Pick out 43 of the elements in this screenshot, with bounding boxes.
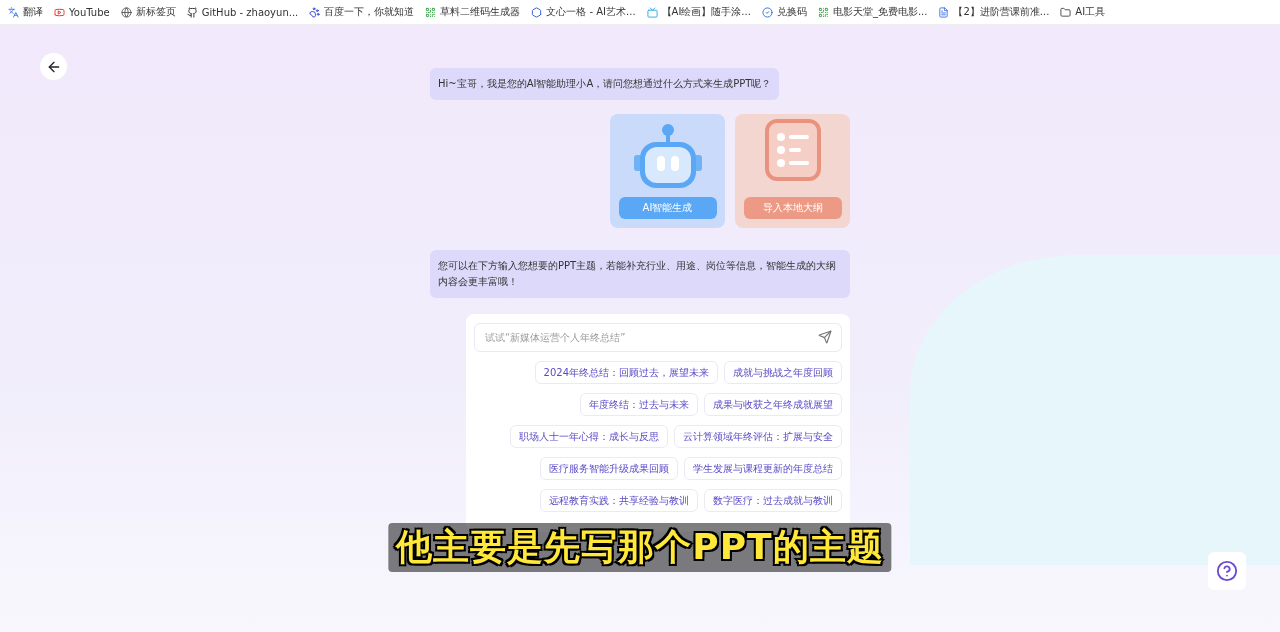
- bookmark[interactable]: 百度一下，你就知道: [309, 5, 415, 19]
- github-icon: [186, 6, 198, 18]
- suggestion-chip[interactable]: 成果与收获之年终成就展望: [704, 393, 842, 416]
- suggestion-chip[interactable]: 职场人士一年心得：成长与反思: [510, 425, 668, 448]
- bookmark[interactable]: YouTube: [54, 6, 110, 18]
- suggestion-chip[interactable]: 数字医疗：过去成就与教训: [704, 489, 842, 512]
- chat-bubble: 您可以在下方输入您想要的PPT主题，若能补充行业、用途、岗位等信息，智能生成的大纲内容会更丰富哦！: [430, 250, 850, 298]
- paw-icon: [309, 6, 321, 18]
- doc-icon: [938, 6, 950, 18]
- suggestion-chip[interactable]: 远程教育实践：共享经验与教训: [540, 489, 698, 512]
- send-icon[interactable]: [818, 330, 832, 344]
- bookmark[interactable]: 文心一格 - AI艺术...: [531, 5, 636, 19]
- qr-icon: [425, 6, 437, 18]
- chat-bubble: Hi~宝哥，我是您的AI智能助理小A，请问您想通过什么方式来生成PPT呢？: [430, 68, 780, 100]
- suggestion-chip[interactable]: 年度终结：过去与未来: [580, 393, 698, 416]
- list-icon: [764, 119, 821, 181]
- qr-icon: [817, 6, 829, 18]
- hex-icon: [531, 6, 543, 18]
- bookmark[interactable]: 兑换码: [761, 5, 807, 19]
- suggestion-chip[interactable]: 成就与挑战之年度回顾: [724, 361, 842, 384]
- bookmark[interactable]: 电影天堂_免费电影...: [817, 5, 928, 19]
- check-icon: [761, 6, 773, 18]
- globe-icon: [120, 6, 132, 18]
- translate-icon: [8, 6, 19, 18]
- suggestion-chip[interactable]: 医疗服务智能升级成果回顾: [540, 457, 678, 480]
- suggestion-chip[interactable]: 2024年终总结：回顾过去，展望未来: [534, 361, 718, 384]
- topic-input-field[interactable]: 试试“新媒体运营个人年终总结”: [474, 323, 842, 352]
- youtube-icon: [54, 6, 65, 18]
- suggestion-chip[interactable]: 学生发展与课程更新的年度总结: [684, 457, 842, 480]
- bookmark[interactable]: 【AI绘画】随手涂...: [646, 5, 751, 19]
- help-button[interactable]: [1208, 552, 1246, 590]
- bookmark[interactable]: AI工具: [1060, 5, 1106, 19]
- help-icon: [1216, 560, 1238, 582]
- bookmark[interactable]: GitHub - zhaoyun...: [186, 6, 299, 18]
- suggestion-chip[interactable]: 云计算领域年终评估：扩展与安全: [674, 425, 842, 448]
- folder-icon: [1060, 6, 1072, 18]
- tv-icon: [646, 6, 658, 18]
- back-button[interactable]: [40, 53, 67, 80]
- bookmark[interactable]: 翻译: [8, 5, 43, 19]
- bookmark[interactable]: 【2】进阶营课前准...: [938, 5, 1050, 19]
- bookmark[interactable]: 草料二维码生成器: [425, 5, 521, 19]
- bookmark[interactable]: 新标签页: [120, 5, 176, 19]
- video-subtitle: 他主要是先写那个PPT的主题: [388, 523, 892, 572]
